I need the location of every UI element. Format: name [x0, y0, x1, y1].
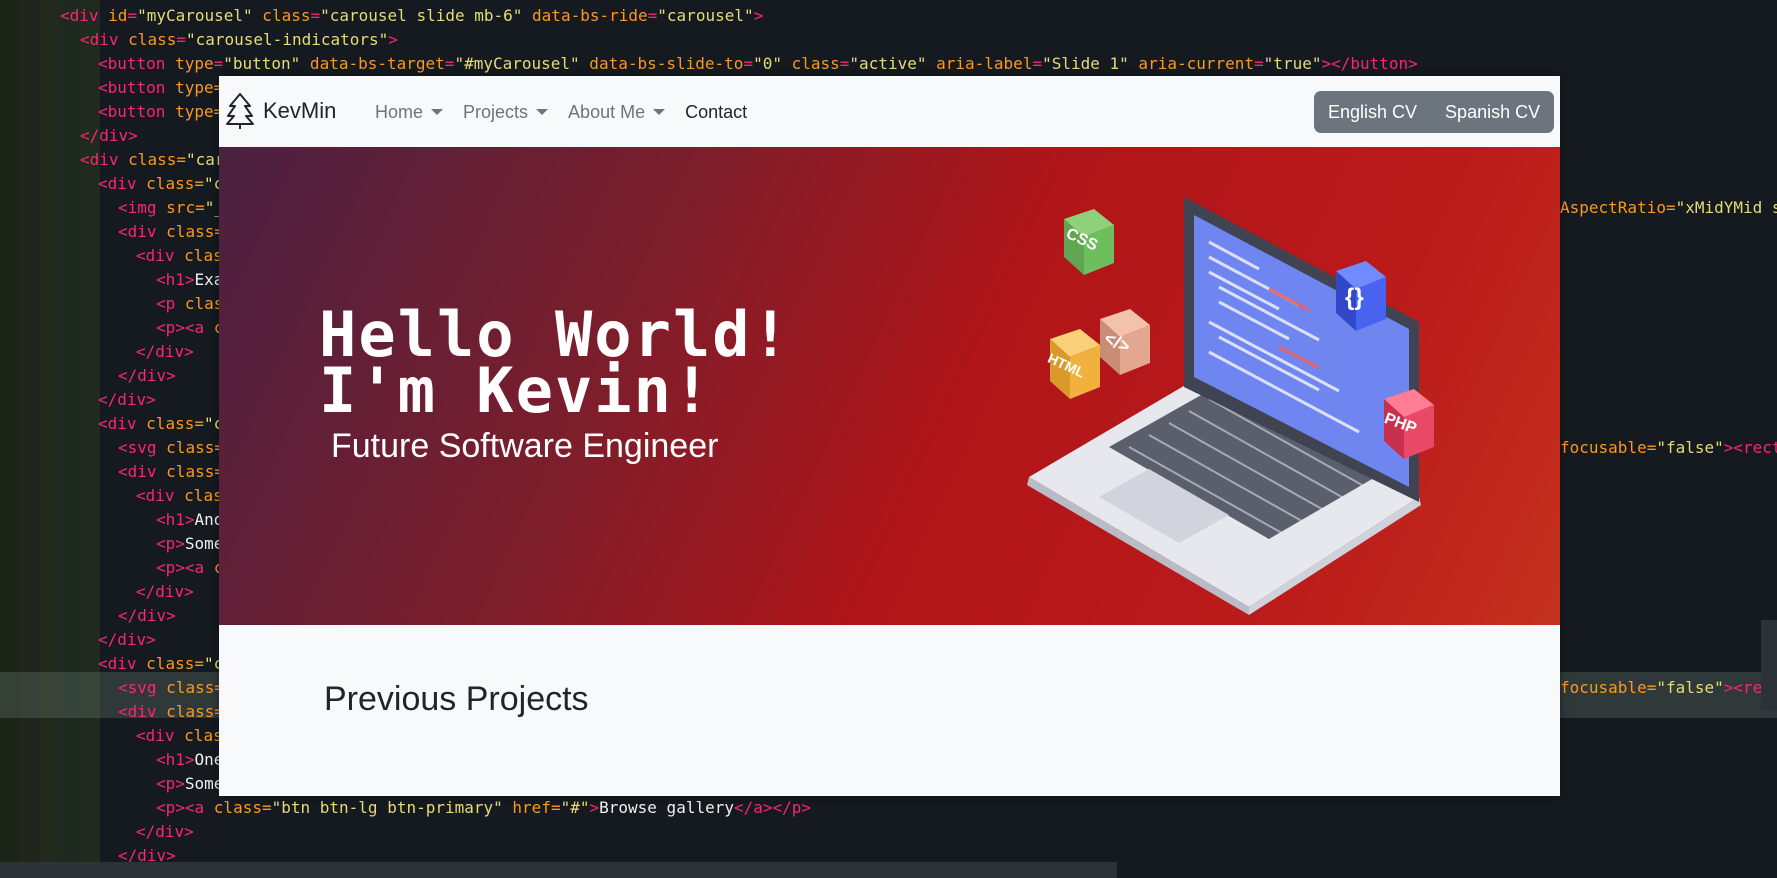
code-line-overflow: focusable="false"><rect [1560, 678, 1777, 697]
code-line: <p><a c [156, 558, 223, 577]
nav-contact-label: Contact [685, 101, 748, 122]
code-line: <div class= [118, 222, 224, 241]
html-badge: HTML [1045, 329, 1100, 399]
english-cv-button[interactable]: English CV [1314, 102, 1431, 123]
code-line: <div id="myCarousel" class="carousel sli… [60, 6, 764, 25]
code-line: <svg class= [118, 438, 224, 457]
nav-projects-label: Projects [463, 101, 529, 122]
caret-down-icon [536, 109, 549, 115]
code-line: <p>Some [156, 534, 224, 553]
caret-down-icon [431, 109, 444, 115]
code-line: </div> [98, 630, 156, 649]
code-line: <h1>One [156, 750, 224, 769]
code-line: <div class="c [98, 414, 224, 433]
code-line-overflow: focusable="false"><rect [1560, 438, 1777, 457]
code-line: <p clas [156, 294, 224, 313]
horizontal-scrollbar[interactable] [0, 862, 1117, 878]
code-line: </div> [136, 582, 194, 601]
braces-badge-label: {} [1345, 284, 1364, 311]
code-line: </div> [98, 390, 156, 409]
code-line: <div class="carousel-indicators"> [80, 30, 398, 49]
code-line: <p>Some [156, 774, 224, 793]
nav-home-label: Home [375, 101, 424, 122]
code-line: <div class="car [80, 150, 225, 169]
code-line: </div> [118, 366, 176, 385]
code-line: <svg class= [118, 678, 224, 697]
code-line: <img src="_ [118, 198, 224, 217]
code-line: <p><a c [156, 318, 223, 337]
tree-icon [226, 93, 254, 129]
code-line: </div> [136, 342, 194, 361]
code-line: </div> [136, 822, 194, 841]
code-line: </div> [80, 126, 138, 145]
nav-home[interactable]: Home [365, 100, 453, 124]
code-line: <button type="button" data-bs-target="#m… [98, 54, 1418, 73]
browser-window: KevMin Home Projects About Me Contact En… [219, 76, 1560, 796]
code-line: <div class="c [98, 174, 224, 193]
braces-badge: {} [1336, 261, 1386, 331]
previous-projects-heading: Previous Projects [324, 680, 589, 718]
code-line: <button type= [98, 102, 224, 121]
nav-contact[interactable]: Contact [675, 100, 757, 124]
php-badge: PHP [1382, 389, 1434, 459]
navbar: KevMin Home Projects About Me Contact En… [219, 76, 1560, 147]
code-line: <button type= [98, 78, 224, 97]
code-line: </div> [118, 606, 176, 625]
nav-about-me-label: About Me [568, 101, 646, 122]
cv-button-group: English CV Spanish CV [1314, 91, 1555, 133]
code-line: <div class= [118, 462, 224, 481]
hero-title-line2: I'm Kevin! [319, 354, 713, 427]
css-badge: CSS [1063, 209, 1114, 275]
code-line: <div clas [136, 486, 223, 505]
code-line-overflow: AspectRatio="xMidYMid s [1560, 198, 1777, 217]
hero-title: Hello World! I'm Kevin! [319, 304, 791, 427]
code-line: <p><a class="btn btn-lg btn-primary" hre… [156, 798, 812, 817]
code-line: <div clas [136, 726, 223, 745]
code-line: <div class= [118, 702, 224, 721]
code-line: <h1>Exa [156, 270, 224, 289]
nav-links: Home Projects About Me Contact [365, 100, 757, 124]
hero-banner: Hello World! I'm Kevin! Future Software E… [219, 147, 1560, 625]
brand-name: KevMin [263, 98, 337, 123]
caret-down-icon [653, 109, 666, 115]
nav-about-me[interactable]: About Me [558, 100, 675, 124]
code-line: <div class="c [98, 654, 224, 673]
vertical-scrollbar[interactable] [1761, 620, 1777, 710]
spanish-cv-button[interactable]: Spanish CV [1431, 102, 1554, 123]
nav-projects[interactable]: Projects [453, 100, 558, 124]
code-line: <h1>Ano [156, 510, 224, 529]
hero-subtitle: Future Software Engineer [331, 427, 719, 465]
brand[interactable]: KevMin [225, 90, 336, 132]
code-line: <div clas [136, 246, 223, 265]
